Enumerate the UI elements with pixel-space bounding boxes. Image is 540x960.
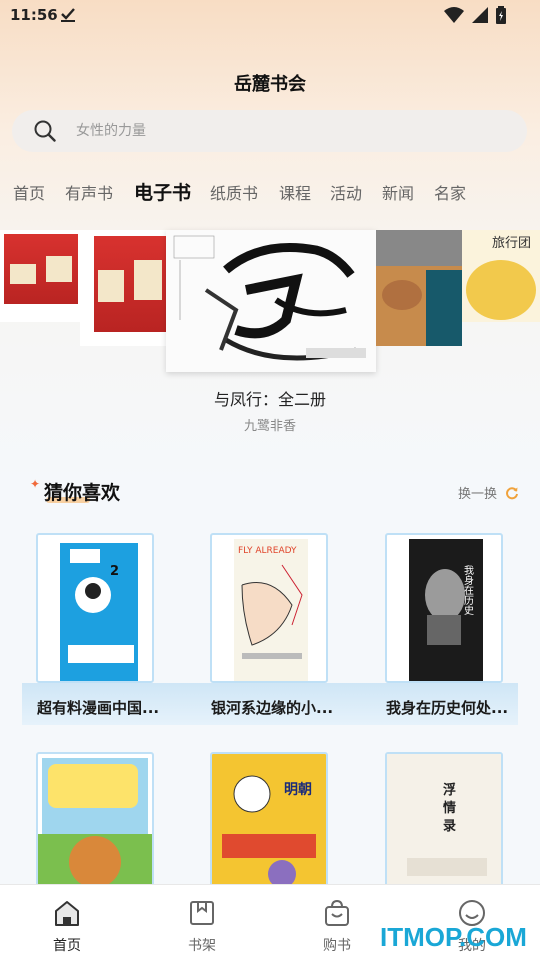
carousel-cover[interactable]: 旅行团 bbox=[462, 230, 540, 322]
featured-book-author: 九鹭非香 bbox=[243, 419, 296, 434]
book-cover-image: 浮 情 录 bbox=[387, 754, 501, 890]
tab-course[interactable]: 课程 bbox=[279, 180, 311, 204]
svg-text:2: 2 bbox=[110, 564, 119, 579]
book-card[interactable]: 2 bbox=[36, 533, 154, 683]
featured-book-title[interactable]: 与凤行：全二册 bbox=[0, 386, 540, 410]
book-cover-image: 2 bbox=[60, 543, 138, 681]
book-cover-image: 明朝 bbox=[212, 754, 326, 890]
nav-label: 书架 bbox=[188, 938, 216, 954]
tab-paper-book[interactable]: 纸质书 bbox=[210, 180, 258, 204]
cover-text: 旅行团 bbox=[492, 236, 532, 251]
svg-text:明朝: 明朝 bbox=[284, 781, 312, 798]
sparkle-icon: ✦ bbox=[30, 477, 41, 491]
svg-text:浮: 浮 bbox=[443, 782, 456, 798]
app-title: 岳麓书会 bbox=[234, 74, 306, 95]
nav-label: 购书 bbox=[323, 938, 351, 954]
signal-icon bbox=[472, 7, 488, 23]
status-bar: 11:56 bbox=[0, 0, 540, 32]
svg-text:FLY ALREADY: FLY ALREADY bbox=[238, 546, 297, 556]
battery-icon bbox=[496, 6, 506, 24]
nav-bookshelf[interactable]: 书架 bbox=[162, 885, 242, 960]
search-bar[interactable] bbox=[12, 110, 527, 152]
nav-buy-books[interactable]: 购书 bbox=[297, 885, 377, 960]
refresh-button[interactable]: 换一换 bbox=[458, 483, 519, 502]
status-time: 11:56 bbox=[10, 6, 58, 24]
category-tabs: 首页 有声书 电子书 纸质书 课程 活动 新闻 名家 bbox=[0, 180, 540, 210]
book-carousel[interactable]: 旅行团 bbox=[0, 230, 540, 372]
book-title[interactable]: 银河系边缘的小... bbox=[211, 697, 333, 718]
book-cover-image bbox=[38, 758, 152, 890]
shopping-bag-icon bbox=[325, 899, 349, 926]
tab-ebook[interactable]: 电子书 bbox=[134, 178, 191, 205]
book-card[interactable]: 明朝 bbox=[210, 752, 328, 892]
tab-famous[interactable]: 名家 bbox=[434, 180, 466, 204]
refresh-label: 换一换 bbox=[458, 487, 498, 502]
wifi-icon bbox=[444, 7, 464, 23]
book-card[interactable]: 我身在历史 bbox=[385, 533, 503, 683]
carousel-cover[interactable] bbox=[376, 230, 462, 346]
book-card[interactable] bbox=[36, 752, 154, 892]
tab-activity[interactable]: 活动 bbox=[330, 180, 362, 204]
ink-calligraphy-art bbox=[173, 235, 366, 361]
nav-label: 首页 bbox=[53, 938, 81, 954]
search-input[interactable] bbox=[76, 119, 496, 143]
watermark: ITMOP.COM bbox=[380, 922, 527, 952]
bookshelf-icon bbox=[190, 901, 214, 925]
svg-text:我身在历史: 我身在历史 bbox=[462, 565, 474, 616]
book-cover-image: FLY ALREADY bbox=[234, 539, 308, 681]
home-icon bbox=[55, 901, 79, 926]
book-title[interactable]: 超有料漫画中国... bbox=[37, 697, 159, 718]
featured-cover[interactable] bbox=[166, 230, 376, 372]
tab-home[interactable]: 首页 bbox=[13, 180, 45, 204]
download-done-icon bbox=[61, 8, 75, 22]
svg-text:情: 情 bbox=[443, 800, 456, 816]
book-card[interactable]: 浮 情 录 bbox=[385, 752, 503, 892]
svg-text:录: 录 bbox=[443, 819, 456, 834]
book-title[interactable]: 我身在历史何处... bbox=[386, 697, 508, 718]
carousel-cover[interactable] bbox=[0, 230, 80, 322]
search-icon[interactable] bbox=[34, 120, 56, 142]
tab-news[interactable]: 新闻 bbox=[382, 180, 414, 204]
refresh-icon bbox=[506, 486, 519, 499]
nav-home[interactable]: 首页 bbox=[27, 885, 107, 960]
section-title: 猜你喜欢 bbox=[44, 482, 121, 504]
tab-audiobook[interactable]: 有声书 bbox=[65, 180, 113, 204]
book-card[interactable]: FLY ALREADY bbox=[210, 533, 328, 683]
book-cover-image: 我身在历史 bbox=[409, 539, 483, 681]
carousel-cover[interactable] bbox=[80, 230, 168, 346]
